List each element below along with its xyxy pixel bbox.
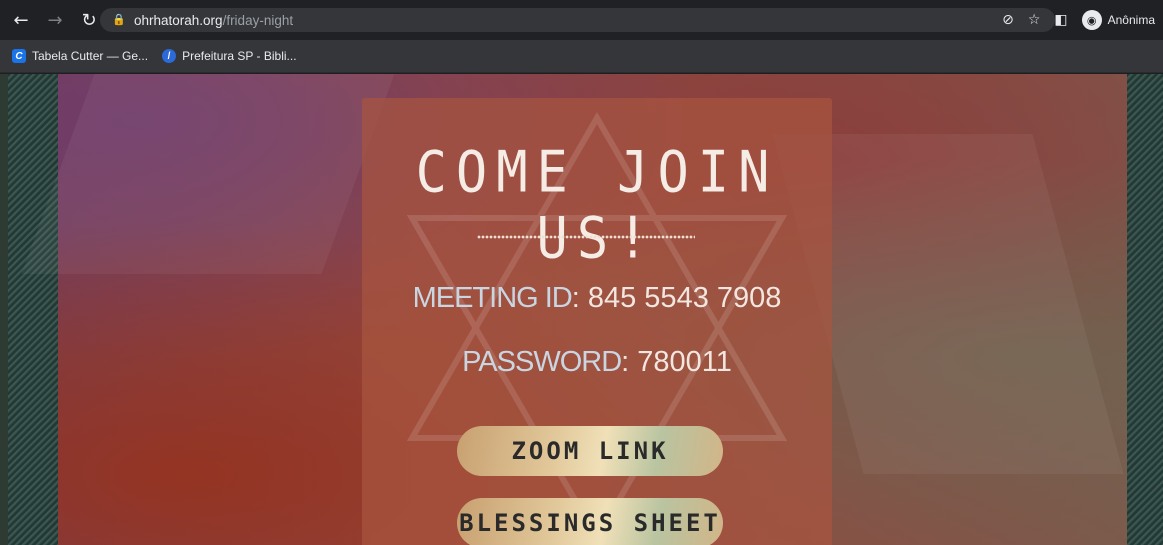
- side-panel-icon[interactable]: ◧: [1054, 12, 1067, 28]
- meeting-id-label: MEETING ID: [412, 282, 573, 314]
- join-card: COME JOIN US! MEETING ID: 845 5543 7908 …: [362, 98, 832, 545]
- password: PASSWORD: 780011: [362, 346, 832, 379]
- lock-icon: 🔒: [112, 13, 126, 26]
- password-value: : 780011: [621, 346, 732, 378]
- page-viewport: COME JOIN US! MEETING ID: 845 5543 7908 …: [0, 74, 1163, 545]
- bookmarks-bar: C Tabela Cutter — Ge... / Prefeitura SP …: [0, 40, 1163, 73]
- forward-arrow-icon[interactable]: →: [44, 10, 66, 31]
- back-arrow-icon[interactable]: ←: [10, 10, 32, 31]
- bookmark-label: Prefeitura SP - Bibli...: [182, 49, 297, 63]
- star-bookmark-icon[interactable]: ☆: [1028, 12, 1041, 28]
- zoom-link-button[interactable]: ZOOM LINK: [457, 426, 723, 476]
- password-label: PASSWORD: [462, 346, 622, 378]
- url-text[interactable]: ohrhatorah.org/friday-night: [134, 13, 293, 28]
- decorative-stripes-left: [8, 74, 58, 545]
- decorative-stripes-right: [1127, 74, 1163, 545]
- bookmark-prefeitura-sp[interactable]: / Prefeitura SP - Bibli...: [162, 49, 297, 63]
- url-path: /friday-night: [222, 12, 294, 28]
- bookmark-c-icon: C: [12, 49, 26, 63]
- page-title: COME JOIN US!: [415, 140, 779, 272]
- url-domain: ohrhatorah.org: [134, 12, 223, 28]
- profile-label: Anônima: [1107, 13, 1155, 27]
- profile-button[interactable]: ◉ Anônima: [1081, 10, 1155, 30]
- background-facet: [21, 74, 395, 274]
- browser-toolbar: ← → ↻ 🔒 ohrhatorah.org/friday-night ⊘ ☆ …: [0, 0, 1163, 40]
- eye-off-icon[interactable]: ⊘: [1002, 12, 1014, 28]
- incognito-icon: ◉: [1081, 10, 1102, 30]
- meeting-id: MEETING ID: 845 5543 7908: [362, 282, 832, 315]
- bookmark-a-icon: /: [162, 49, 177, 63]
- blessings-sheet-button[interactable]: BLESSINGS SHEET: [457, 498, 723, 545]
- bookmark-tabela-cutter[interactable]: C Tabela Cutter — Ge...: [12, 49, 148, 63]
- bookmark-label: Tabela Cutter — Ge...: [32, 49, 149, 63]
- meeting-id-value: : 845 5543 7908: [571, 282, 782, 314]
- address-bar[interactable]: 🔒 ohrhatorah.org/friday-night: [100, 8, 1055, 32]
- reload-icon[interactable]: ↻: [78, 10, 100, 31]
- dotted-divider: [477, 235, 695, 239]
- toolbar-right: ⊘ ☆ ◧ ◉ Anônima: [1002, 0, 1155, 40]
